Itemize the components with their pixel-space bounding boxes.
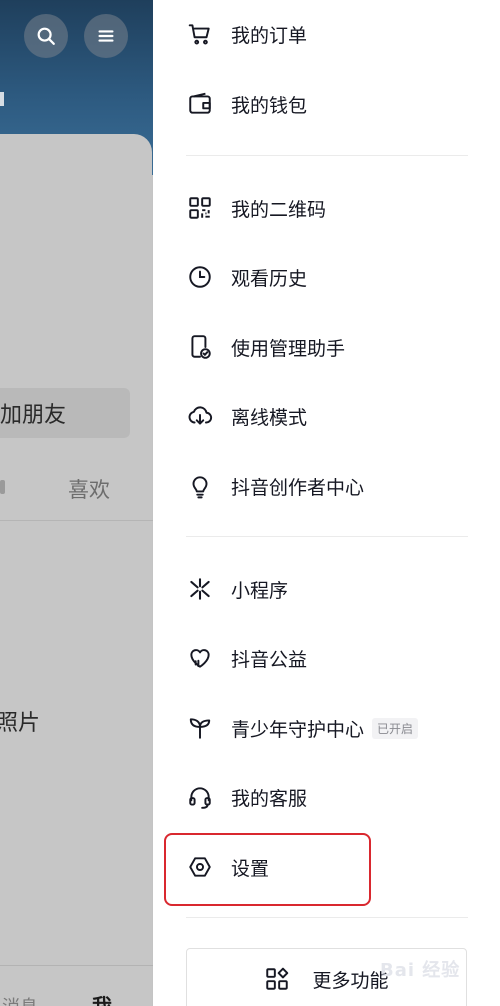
cart-icon <box>186 20 214 48</box>
menu-item-customer-service[interactable]: 我的客服 <box>186 773 476 821</box>
wallet-icon <box>186 90 214 118</box>
add-friend-button[interactable]: 加朋友 <box>0 388 130 438</box>
menu-item-label: 观看历史 <box>231 267 308 290</box>
menu-item-youth-protection[interactable]: 青少年守护中心 已开启 <box>186 704 476 752</box>
menu-item-mini-programs[interactable]: 小程序 <box>186 565 476 613</box>
grid-icon <box>266 967 289 990</box>
bottom-nav-me[interactable]: 我 <box>92 990 112 1006</box>
header-edge-mark <box>0 92 4 106</box>
hamburger-icon <box>98 30 114 42</box>
menu-item-usage-assistant[interactable]: 使用管理助手 <box>186 323 476 371</box>
tab-like[interactable]: 喜欢 <box>68 474 110 504</box>
menu-item-label: 我的订单 <box>231 24 308 47</box>
more-features-label: 更多功能 <box>312 969 389 992</box>
menu-item-qr-code[interactable]: 我的二维码 <box>186 184 476 232</box>
clock-icon <box>186 263 214 291</box>
bottom-nav-messages[interactable]: 消息 <box>2 993 38 1006</box>
background-page: 加朋友 喜欢 照片 消息 我 <box>0 0 153 1006</box>
menu-item-watch-history[interactable]: 观看历史 <box>186 253 476 301</box>
search-icon <box>37 27 55 45</box>
menu-item-label: 我的客服 <box>231 787 308 810</box>
menu-item-label: 使用管理助手 <box>231 337 346 360</box>
mini-program-icon <box>186 575 214 603</box>
menu-item-label: 抖音公益 <box>231 648 308 671</box>
bottom-nav-divider <box>0 965 153 966</box>
cloud-download-icon <box>186 402 214 430</box>
sprout-icon <box>186 714 214 742</box>
lock-icon <box>0 480 5 494</box>
tab-divider <box>0 520 153 521</box>
menu-item-label: 我的钱包 <box>231 94 308 117</box>
menu-item-creator-center[interactable]: 抖音创作者中心 <box>186 462 476 510</box>
add-friend-label: 加朋友 <box>0 403 67 428</box>
menu-button[interactable] <box>84 14 128 58</box>
qr-code-icon <box>186 194 214 222</box>
menu-item-label: 离线模式 <box>231 406 308 429</box>
profile-sheet <box>0 134 152 1006</box>
menu-item-charity[interactable]: 抖音公益 <box>186 634 476 682</box>
menu-item-wallet[interactable]: 我的钱包 <box>186 80 476 128</box>
headset-icon <box>186 783 214 811</box>
menu-item-label: 青少年守护中心 <box>231 718 365 741</box>
menu-item-offline-mode[interactable]: 离线模式 <box>186 392 476 440</box>
menu-item-orders[interactable]: 我的订单 <box>186 10 476 58</box>
menu-item-label: 我的二维码 <box>231 198 327 221</box>
section-divider <box>186 536 468 537</box>
heart-icon <box>186 644 214 672</box>
search-button[interactable] <box>24 14 68 58</box>
section-divider <box>186 155 468 156</box>
settings-highlight <box>164 833 371 906</box>
phone-check-icon <box>186 333 214 361</box>
photos-label: 照片 <box>0 711 41 736</box>
section-divider <box>186 917 468 918</box>
lightbulb-icon <box>186 472 214 500</box>
watermark: Bai 经验 <box>380 960 461 981</box>
menu-item-label: 小程序 <box>231 579 289 602</box>
status-badge: 已开启 <box>372 717 419 739</box>
menu-item-label: 抖音创作者中心 <box>231 476 365 499</box>
